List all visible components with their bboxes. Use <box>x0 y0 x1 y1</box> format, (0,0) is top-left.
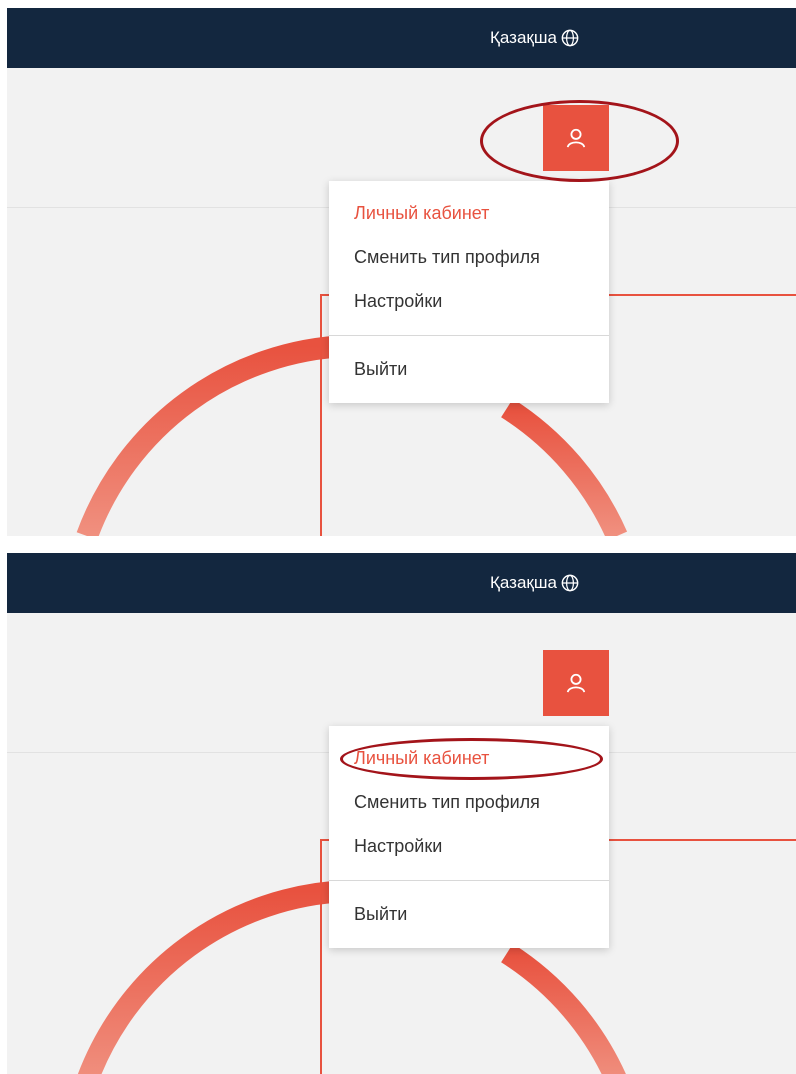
user-icon <box>566 673 586 693</box>
user-dropdown-menu: Личный кабинет Сменить тип профиля Настр… <box>329 181 609 403</box>
language-switcher[interactable]: Қазақша <box>490 8 579 68</box>
screenshot-panel-2: Қазақша Личный кабинет Сменить тип профи… <box>7 553 796 1074</box>
menu-item-settings[interactable]: Настройки <box>354 291 442 312</box>
menu-separator <box>329 335 609 336</box>
top-navigation-bar: Қазақша <box>7 8 796 68</box>
language-label: Қазақша <box>490 28 557 47</box>
top-navigation-bar: Қазақша <box>7 553 796 613</box>
screenshot-panel-1: Қазақша Личный кабинет Сменить тип профи… <box>7 8 796 536</box>
user-dropdown-menu: Личный кабинет Сменить тип профиля Настр… <box>329 726 609 948</box>
globe-icon <box>561 29 579 47</box>
menu-item-change-profile-type[interactable]: Сменить тип профиля <box>354 792 540 813</box>
menu-separator <box>329 880 609 881</box>
menu-item-logout[interactable]: Выйти <box>354 359 407 380</box>
user-profile-button[interactable] <box>543 105 609 171</box>
language-label: Қазақша <box>490 573 557 592</box>
menu-item-personal-cabinet[interactable]: Личный кабинет <box>354 748 489 769</box>
menu-item-personal-cabinet[interactable]: Личный кабинет <box>354 203 489 224</box>
menu-item-settings[interactable]: Настройки <box>354 836 442 857</box>
language-switcher[interactable]: Қазақша <box>490 553 579 613</box>
menu-item-change-profile-type[interactable]: Сменить тип профиля <box>354 247 540 268</box>
user-profile-button[interactable] <box>543 650 609 716</box>
user-icon <box>566 128 586 148</box>
menu-item-logout[interactable]: Выйти <box>354 904 407 925</box>
globe-icon <box>561 574 579 592</box>
